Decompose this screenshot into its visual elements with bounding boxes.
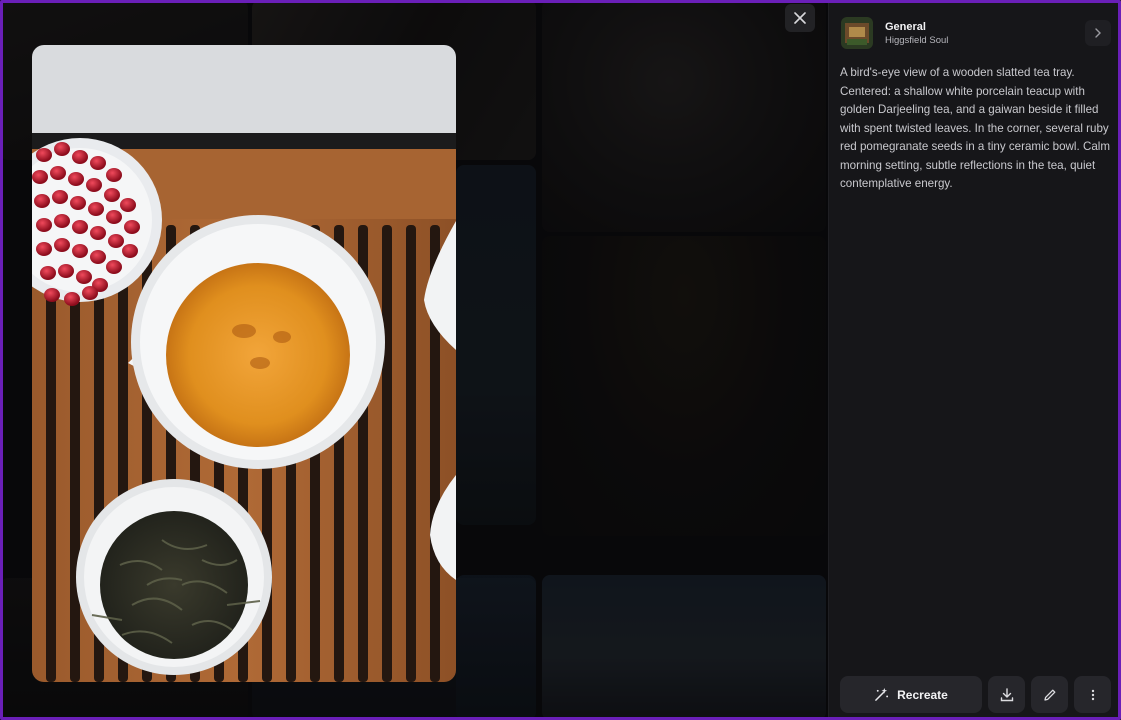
close-icon: [794, 12, 806, 24]
more-vertical-icon: [1091, 689, 1094, 700]
chevron-right-icon: [1095, 28, 1101, 38]
preset-thumbnail: [841, 17, 873, 49]
prompt-description: A bird's-eye view of a wooden slatted te…: [840, 66, 1111, 190]
expand-preset-button[interactable]: [1085, 20, 1111, 46]
panel-header: General Higgsfield Soul: [841, 16, 1111, 50]
preset-subtitle: Higgsfield Soul: [885, 34, 949, 46]
recreate-button[interactable]: Recreate: [840, 676, 982, 713]
more-options-button[interactable]: [1074, 676, 1111, 713]
magic-wand-icon: [875, 687, 889, 701]
action-bar: Recreate: [840, 676, 1112, 713]
close-button[interactable]: [785, 4, 815, 32]
recreate-label: Recreate: [897, 687, 948, 702]
preset-title: General: [885, 20, 926, 33]
download-icon: [1000, 687, 1013, 701]
pencil-icon: [1043, 689, 1055, 701]
edit-button[interactable]: [1031, 676, 1068, 713]
tea-tray-photo: [32, 45, 456, 682]
generated-image[interactable]: [32, 45, 456, 682]
details-panel: General Higgsfield Soul A bird's-eye vie…: [828, 0, 1121, 720]
download-button[interactable]: [988, 676, 1025, 713]
